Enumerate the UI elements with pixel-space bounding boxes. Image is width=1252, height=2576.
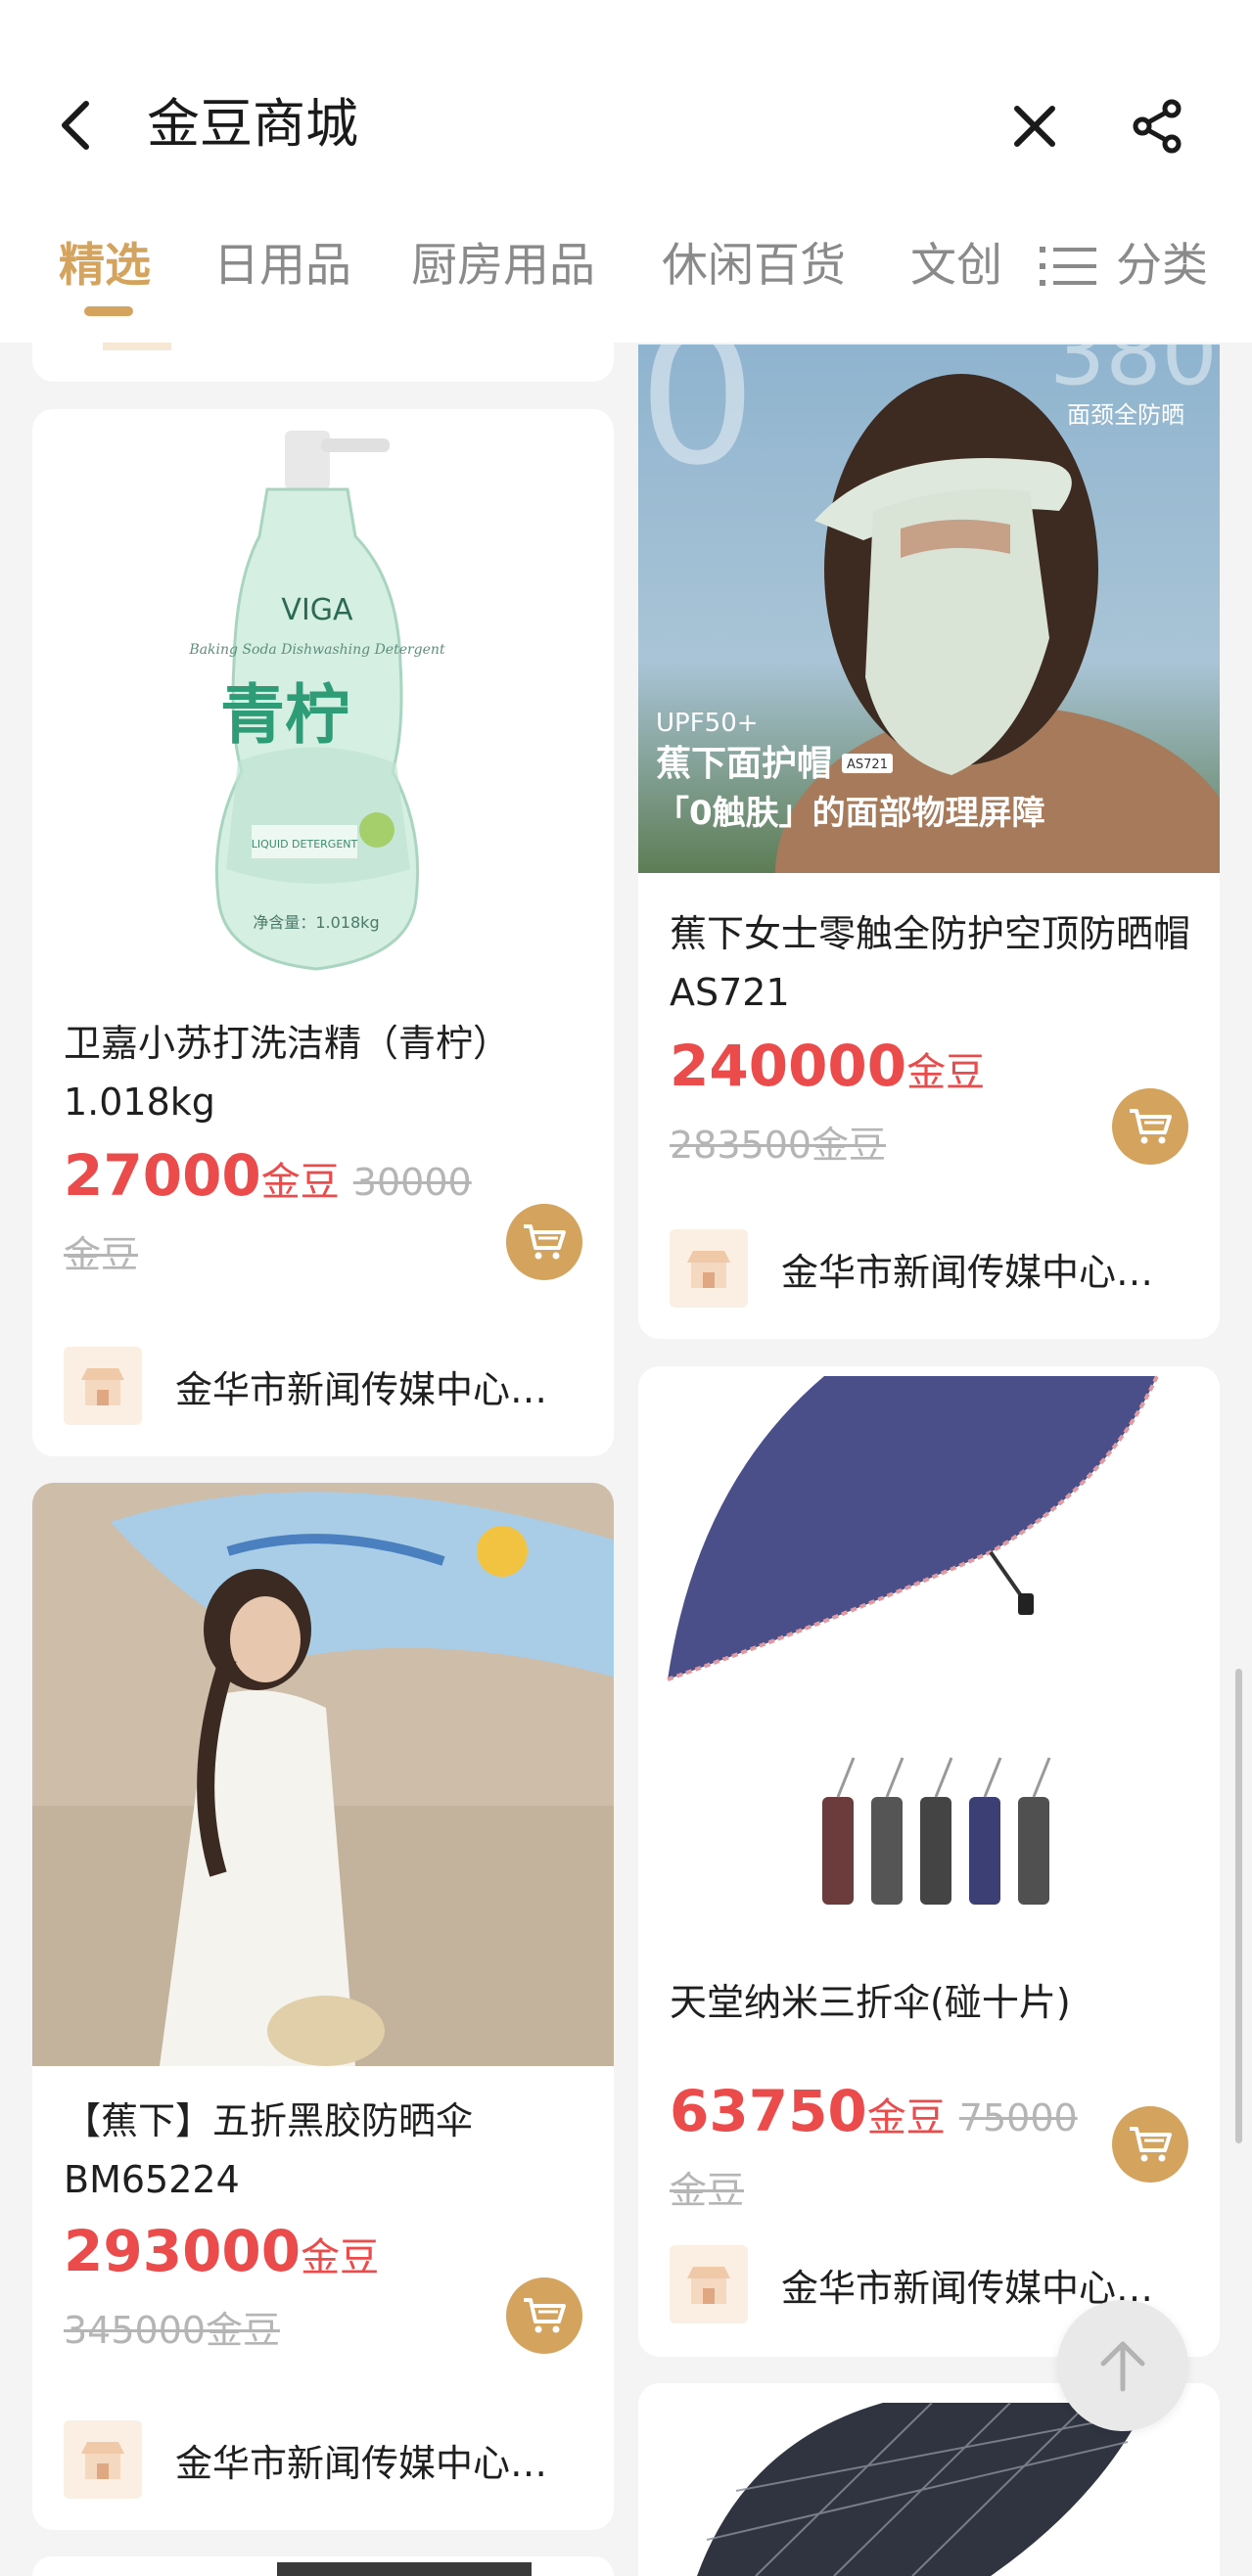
price-row: 240000金豆 283500金豆: [670, 1034, 1102, 1185]
shopping-cart-icon: [524, 2298, 566, 2333]
store-name: 金华市新闻传媒中心…: [781, 2266, 1154, 2310]
svg-text:青柠: 青柠: [220, 677, 349, 753]
svg-text:Baking Soda Dishwashing Deterg: Baking Soda Dishwashing Detergent: [188, 642, 445, 658]
product-name: 天堂纳米三折伞(碰十片): [670, 1981, 1071, 2024]
original-price: 283500金豆: [670, 1124, 887, 1167]
add-to-cart-button[interactable]: [506, 1204, 582, 1280]
svg-text:净含量：1.018kg: 净含量：1.018kg: [253, 913, 379, 932]
tab-daily-goods[interactable]: 日用品: [213, 236, 351, 297]
store-name: 金华市新闻传媒中心…: [175, 1367, 548, 1411]
add-to-cart-button[interactable]: [506, 2277, 582, 2354]
tab-featured[interactable]: 精选: [59, 236, 151, 297]
close-button[interactable]: [1002, 96, 1067, 157]
original-price: 345000金豆: [64, 2309, 281, 2352]
share-button[interactable]: [1126, 94, 1190, 159]
store-icon: [64, 2420, 142, 2499]
svg-text:380: 380: [1049, 345, 1218, 405]
umbrella-model-image: [32, 1483, 614, 2066]
product-name: 蕉下女士零触全防护空顶防晒帽AS721: [670, 912, 1191, 1014]
arrow-up-icon: [1100, 2341, 1145, 2392]
svg-text:VIGA: VIGA: [281, 593, 353, 627]
price-unit: 金豆: [301, 2235, 380, 2280]
product-card-folding-umbrella[interactable]: 天堂纳米三折伞(碰十片) 63750金豆 75000金豆 金华市新闻传媒中心…: [638, 1366, 1220, 2357]
tab-cultural-clipped[interactable]: 文创: [910, 236, 1000, 297]
tab-cultural-label: 文创: [910, 239, 1000, 293]
shopping-cart-icon: [1130, 2127, 1172, 2162]
sun-hat-model-image: 0 380 面颈全防晒 UPF50+ 蕉下面护帽 AS721 「0触肤」的面部物…: [638, 345, 1220, 873]
svg-text:「0触肤」的面部物理屏障: 「0触肤」的面部物理屏障: [656, 794, 1045, 833]
svg-text:面颈全防晒: 面颈全防晒: [1067, 401, 1184, 429]
chevron-left-icon: [62, 101, 89, 150]
price-row: 63750金豆 75000金豆: [670, 2079, 1102, 2231]
price-unit: 金豆: [260, 1160, 340, 1205]
list-icon: [1040, 247, 1096, 286]
price: 63750: [670, 2078, 867, 2144]
product-card-sun-hat[interactable]: 0 380 面颈全防晒 UPF50+ 蕉下面护帽 AS721 「0触肤」的面部物…: [638, 345, 1220, 1339]
store-name: 金华市新闻传媒中心…: [175, 2441, 548, 2485]
product-image: VIGA Baking Soda Dishwashing Detergent 青…: [32, 409, 614, 987]
active-tab-indicator: [84, 306, 133, 316]
store-icon: [670, 2245, 748, 2323]
close-icon: [1014, 106, 1055, 147]
store-name: 金华市新闻传媒中心…: [781, 1250, 1154, 1294]
tab-kitchen[interactable]: 厨房用品: [411, 236, 595, 297]
price-unit: 金豆: [906, 1050, 986, 1095]
svg-text:UPF50+: UPF50+: [656, 709, 759, 738]
product-image: [32, 1483, 614, 2066]
top-bar: 金豆商城 精选 日用品 厨房用品 休闲百货 文创 分类: [0, 0, 1252, 343]
product-card-sun-umbrella[interactable]: 【蕉下】五折黑胶防晒伞BM65224 293000金豆 345000金豆 金华市新…: [32, 1483, 614, 2530]
svg-text:AS721: AS721: [847, 758, 888, 772]
category-label: 分类: [1116, 239, 1208, 293]
shopping-cart-icon: [1130, 1109, 1172, 1144]
add-to-cart-button[interactable]: [1112, 2106, 1188, 2183]
store-icon: [64, 1347, 142, 1425]
price: 293000: [64, 2218, 301, 2284]
page-title: 金豆商城: [147, 93, 358, 155]
product-card-detergent[interactable]: VIGA Baking Soda Dishwashing Detergent 青…: [32, 409, 614, 1456]
price-row: 27000金豆 30000金豆: [64, 1143, 496, 1295]
category-button[interactable]: 分类: [1040, 236, 1208, 297]
svg-text:LIQUID DETERGENT: LIQUID DETERGENT: [252, 838, 358, 851]
back-button[interactable]: [47, 93, 102, 158]
svg-text:0: 0: [638, 345, 757, 506]
product-image: [638, 1366, 1220, 1944]
add-to-cart-button[interactable]: [1112, 1088, 1188, 1165]
price: 27000: [64, 1142, 261, 1209]
price-row: 293000金豆 345000金豆: [64, 2219, 496, 2370]
store-row[interactable]: 金华市新闻传媒中心…: [64, 1347, 590, 1425]
image-fragment: [277, 2562, 532, 2576]
scrollbar[interactable]: [1235, 1669, 1242, 2143]
store-row[interactable]: 金华市新闻传媒中心…: [670, 1229, 1196, 1308]
product-name: 【蕉下】五折黑胶防晒伞BM65224: [64, 2099, 474, 2201]
product-image: 0 380 面颈全防晒 UPF50+ 蕉下面护帽 AS721 「0触肤」的面部物…: [638, 345, 1220, 873]
store-icon: [670, 1229, 748, 1308]
product-card-partial-bottom-left[interactable]: [32, 2556, 614, 2576]
price: 240000: [670, 1033, 907, 1099]
share-icon: [1133, 99, 1182, 154]
store-row[interactable]: 金华市新闻传媒中心…: [64, 2420, 590, 2499]
svg-text:蕉下面护帽: 蕉下面护帽: [656, 744, 832, 784]
shopping-cart-icon: [524, 1224, 566, 1260]
price-unit: 金豆: [866, 2095, 946, 2140]
detergent-bottle-image: VIGA Baking Soda Dishwashing Detergent 青…: [188, 431, 445, 971]
product-name: 卫嘉小苏打洗洁精（青柠）1.018kg: [64, 1022, 511, 1124]
tab-leisure[interactable]: 休闲百货: [662, 236, 846, 297]
category-tabs: 精选 日用品 厨房用品 休闲百货 文创 分类: [0, 220, 1252, 328]
folding-umbrella-image: [667, 1375, 1159, 1905]
back-to-top-button[interactable]: [1057, 2300, 1188, 2431]
